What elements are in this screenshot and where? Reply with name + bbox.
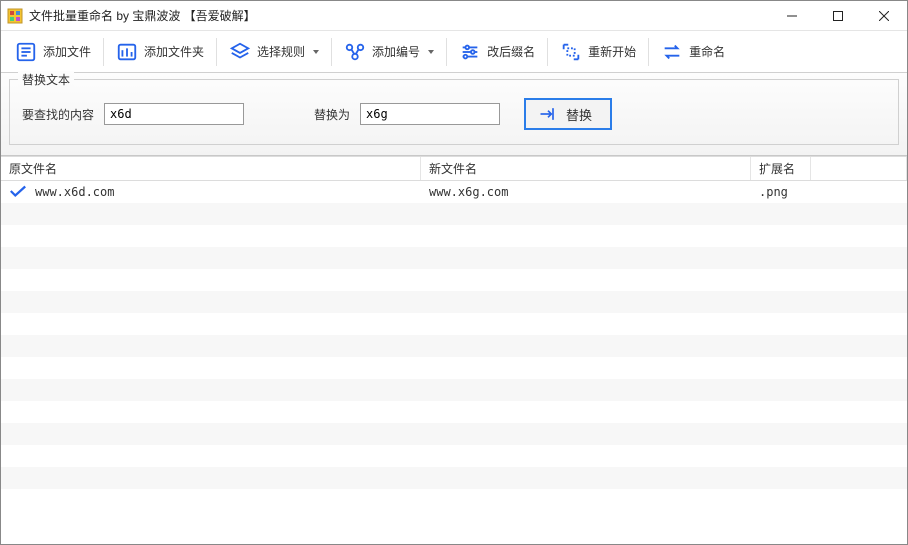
cell-ext: .png: [751, 185, 811, 199]
replace-label: 替换为: [314, 106, 350, 123]
add-folder-label: 添加文件夹: [144, 43, 204, 60]
table-row: [1, 401, 907, 423]
table-row: [1, 313, 907, 335]
select-rule-button[interactable]: 选择规则: [223, 37, 325, 67]
separator: [216, 38, 217, 66]
table-row[interactable]: www.x6d.comwww.x6g.com.png: [1, 181, 907, 203]
file-table: 原文件名 新文件名 扩展名 www.x6d.comwww.x6g.com.png: [1, 156, 907, 544]
table-body[interactable]: www.x6d.comwww.x6g.com.png: [1, 181, 907, 544]
cell-new: www.x6g.com: [421, 185, 751, 199]
table-row: [1, 203, 907, 225]
sliders-icon: [459, 41, 481, 63]
header-blank: [811, 157, 907, 180]
replace-input[interactable]: [360, 103, 500, 125]
table-row: [1, 379, 907, 401]
header-original[interactable]: 原文件名: [1, 157, 421, 180]
select-rule-label: 选择规则: [257, 43, 305, 60]
chevron-down-icon: [313, 50, 319, 54]
separator: [648, 38, 649, 66]
table-row: [1, 467, 907, 489]
table-row: [1, 225, 907, 247]
add-folder-button[interactable]: 添加文件夹: [110, 37, 210, 67]
add-number-button[interactable]: 添加编号: [338, 37, 440, 67]
window-title: 文件批量重命名 by 宝鼎波波 【吾爱破解】: [29, 7, 256, 24]
separator: [547, 38, 548, 66]
replace-panel: 替换文本 要查找的内容 替换为 替换: [1, 73, 907, 156]
rename-button[interactable]: 重命名: [655, 37, 731, 67]
restart-label: 重新开始: [588, 43, 636, 60]
file-plus-icon: [15, 41, 37, 63]
table-row: [1, 445, 907, 467]
find-input[interactable]: [104, 103, 244, 125]
folder-icon: [116, 41, 138, 63]
table-row: [1, 489, 907, 511]
replace-action-icon: [538, 104, 558, 124]
minimize-button[interactable]: [769, 1, 815, 31]
check-icon: [9, 184, 27, 201]
restart-icon: [560, 41, 582, 63]
header-ext[interactable]: 扩展名: [751, 157, 811, 180]
table-row: [1, 357, 907, 379]
replace-group-title: 替换文本: [18, 71, 74, 88]
table-row: [1, 423, 907, 445]
add-number-label: 添加编号: [372, 43, 420, 60]
replace-button-label: 替换: [566, 105, 592, 124]
layers-icon: [229, 41, 251, 63]
maximize-button[interactable]: [815, 1, 861, 31]
table-row: [1, 335, 907, 357]
header-new[interactable]: 新文件名: [421, 157, 751, 180]
change-suffix-button[interactable]: 改后缀名: [453, 37, 541, 67]
table-row: [1, 269, 907, 291]
restart-button[interactable]: 重新开始: [554, 37, 642, 67]
nodes-icon: [344, 41, 366, 63]
chevron-down-icon: [428, 50, 434, 54]
close-button[interactable]: [861, 1, 907, 31]
table-row: [1, 291, 907, 313]
add-file-button[interactable]: 添加文件: [9, 37, 97, 67]
replace-group: 替换文本 要查找的内容 替换为 替换: [9, 79, 899, 145]
separator: [103, 38, 104, 66]
separator: [446, 38, 447, 66]
separator: [331, 38, 332, 66]
replace-button[interactable]: 替换: [524, 98, 612, 130]
add-file-label: 添加文件: [43, 43, 91, 60]
table-header: 原文件名 新文件名 扩展名: [1, 157, 907, 181]
rename-label: 重命名: [689, 43, 725, 60]
titlebar: 文件批量重命名 by 宝鼎波波 【吾爱破解】: [1, 1, 907, 31]
swap-icon: [661, 41, 683, 63]
toolbar: 添加文件 添加文件夹 选择规则 添加编号 改后缀名 重新开始: [1, 31, 907, 73]
table-row: [1, 247, 907, 269]
window-controls: [769, 1, 907, 31]
change-suffix-label: 改后缀名: [487, 43, 535, 60]
find-label: 要查找的内容: [22, 106, 94, 123]
cell-original: www.x6d.com: [1, 184, 421, 201]
app-icon: [7, 8, 23, 24]
